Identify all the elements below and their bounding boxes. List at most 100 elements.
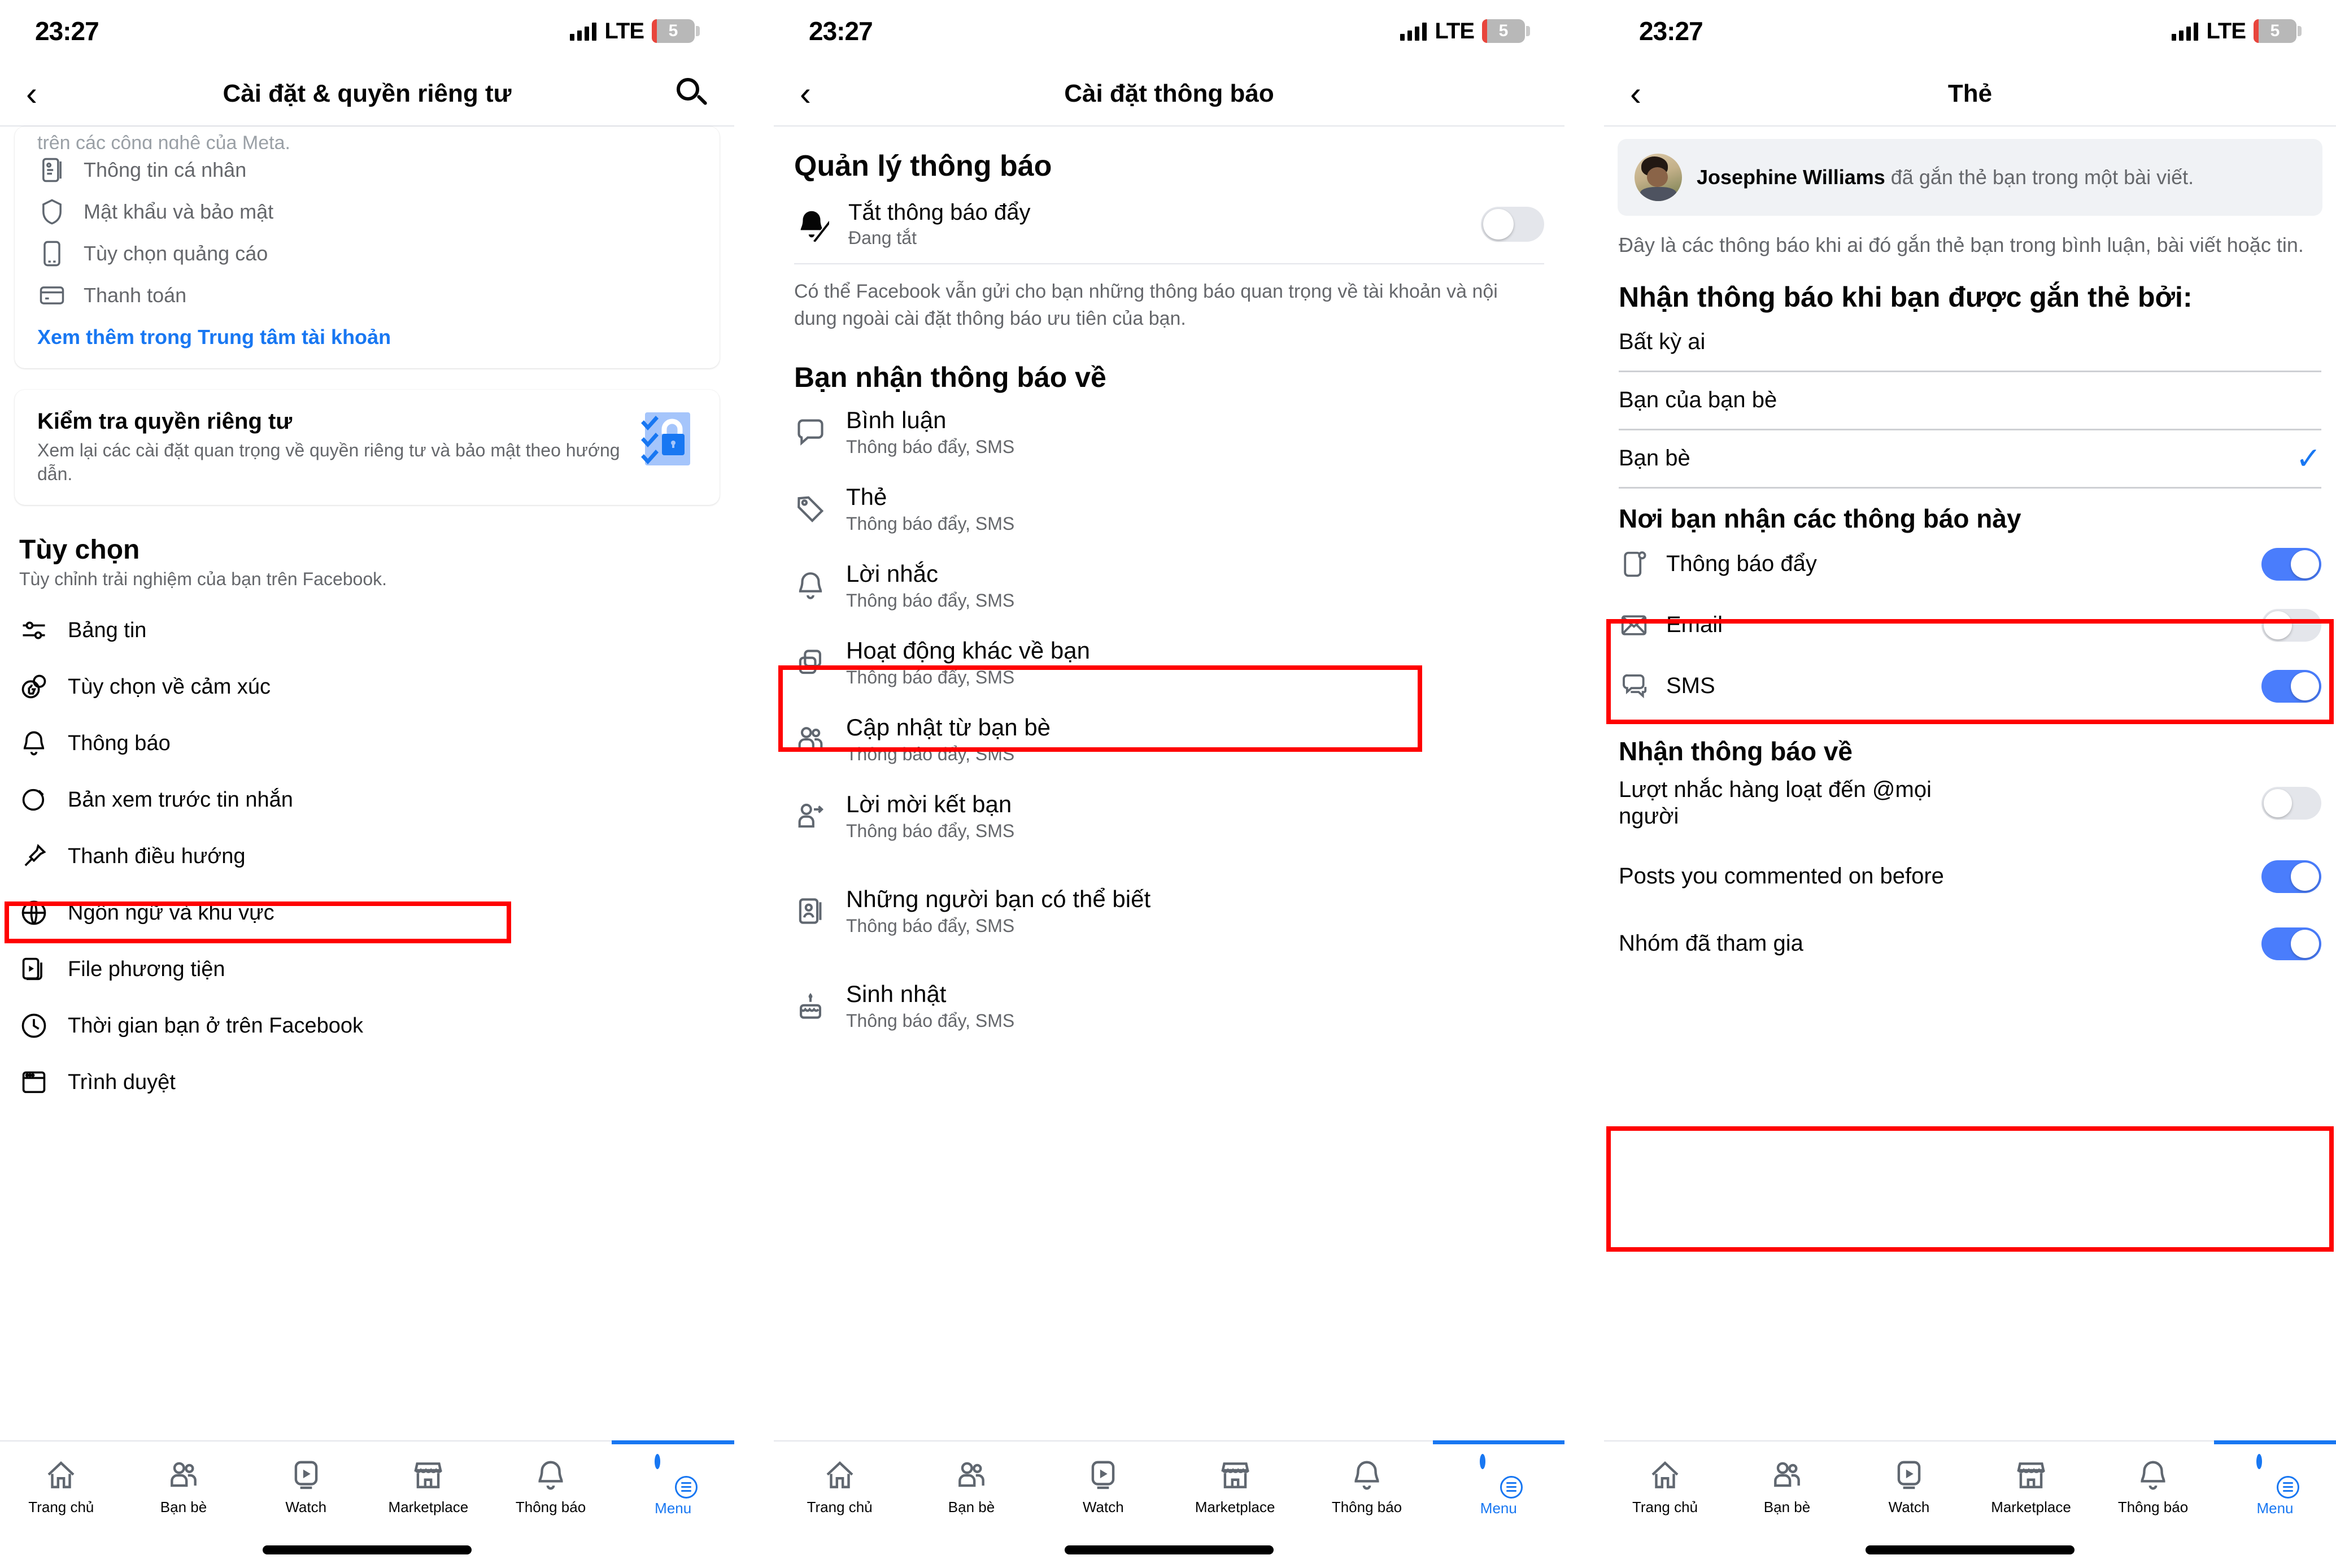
account-card-cut-text: trên các công nghệ của Meta. (37, 132, 290, 149)
user-avatar (1635, 154, 1682, 201)
bottom-tab-bar-1[interactable]: Trang chủ Bạn bè Watch Marketplace Thông… (0, 1440, 734, 1568)
about-row-mass-mentions[interactable]: Lượt nhắc hàng loạt đến @mọi người (1604, 766, 2336, 840)
tag-icon (794, 493, 827, 525)
channel-row-push[interactable]: Thông báo đẩy (1604, 534, 2336, 595)
account-center-link[interactable]: Xem thêm trong Trung tâm tài khoản (15, 316, 720, 368)
radio-label: Bất kỳ ai (1619, 329, 1706, 355)
avatar (654, 1453, 660, 1469)
notification-item-people-you-may-know[interactable]: Những người bạn có thể biết Thông báo đẩ… (774, 855, 1564, 968)
signal-bars-icon (570, 21, 597, 41)
account-item-label: Mật khẩu và bảo mật (84, 200, 274, 223)
tab-label: Watch (1082, 1498, 1124, 1515)
notification-item-birthdays[interactable]: Sinh nhật Thông báo đẩy, SMS (774, 968, 1564, 1044)
about-toggle-posts-commented[interactable] (2261, 860, 2321, 893)
about-label: Lượt nhắc hàng loạt đến @mọi người (1619, 777, 1932, 829)
account-item-ad-preferences[interactable]: Tùy chọn quảng cáo (15, 233, 720, 275)
notification-item-comments[interactable]: Bình luận Thông báo đẩy, SMS (774, 394, 1564, 471)
tab-watch[interactable]: Watch (245, 1441, 367, 1526)
tag-banner-text: Josephine Williams đã gắn thẻ bạn trong … (1697, 164, 2194, 191)
bell-icon (2135, 1458, 2171, 1493)
friends-icon (1770, 1458, 1805, 1493)
back-button[interactable]: ‹ (1630, 77, 1670, 111)
tab-notifications[interactable]: Thông báo (1301, 1441, 1432, 1526)
notification-item-tags[interactable]: Thẻ Thông báo đẩy, SMS (774, 471, 1564, 547)
about-row-posts-commented[interactable]: Posts you commented on before (1604, 840, 2336, 913)
about-toggle-mass-mentions[interactable] (2261, 786, 2321, 820)
channel-row-email[interactable]: Email (1604, 595, 2336, 656)
home-icon (43, 1458, 79, 1493)
tab-home[interactable]: Trang chủ (1604, 1441, 1726, 1526)
notification-item-reminders[interactable]: Lời nhắc Thông báo đẩy, SMS (774, 547, 1564, 624)
sidebar-item-notifications[interactable]: Thông báo (0, 715, 734, 772)
settings-scroll-1[interactable]: trên các công nghệ của Meta. Thông tin c… (0, 127, 734, 1110)
notifications-about-title: Nhận thông báo về (1619, 736, 1853, 766)
sidebar-item-navigation-bar[interactable]: Thanh điều hướng (0, 828, 734, 885)
tab-home[interactable]: Trang chủ (774, 1441, 905, 1526)
tab-marketplace[interactable]: Marketplace (1970, 1441, 2092, 1526)
sidebar-item-time-on-facebook[interactable]: Thời gian bạn ở trên Facebook (0, 998, 734, 1054)
push-off-row[interactable]: Tắt thông báo đẩy Đang tắt (774, 183, 1564, 263)
tag-settings-scroll[interactable]: Josephine Williams đã gắn thẻ bạn trong … (1604, 139, 2336, 974)
channel-toggle-sms[interactable] (2261, 669, 2321, 703)
avatar (2256, 1453, 2262, 1469)
tab-label: Menu (655, 1499, 692, 1517)
bottom-tab-bar-3[interactable]: Trang chủ Bạn bè Watch Marketplace Thông… (1604, 1440, 2336, 1568)
tab-menu[interactable]: Menu (1433, 1441, 1564, 1526)
sidebar-item-reactions[interactable]: Tùy chọn về cảm xúc (0, 659, 734, 715)
about-row-joined-groups[interactable]: Nhóm đã tham gia (1604, 913, 2336, 974)
tab-label: Bạn bè (160, 1498, 207, 1515)
radio-option-friends[interactable]: Bạn bè ✓ (1604, 430, 2336, 487)
sidebar-item-message-preview[interactable]: Bản xem trước tin nhắn (0, 772, 734, 828)
channel-row-sms[interactable]: SMS (1604, 656, 2336, 717)
notification-item-friend-requests[interactable]: Lời mời kết bạn Thông báo đẩy, SMS (774, 778, 1564, 855)
tab-marketplace[interactable]: Marketplace (1169, 1441, 1301, 1526)
reactions-icon (19, 672, 49, 702)
sidebar-item-feed[interactable]: Bảng tin (0, 602, 734, 659)
tab-friends[interactable]: Bạn bè (905, 1441, 1037, 1526)
tab-notifications[interactable]: Thông báo (490, 1441, 612, 1526)
option-label: Bảng tin (68, 618, 147, 642)
account-item-payments[interactable]: Thanh toán (15, 275, 720, 316)
tab-watch[interactable]: Watch (1848, 1441, 1970, 1526)
back-button[interactable]: ‹ (26, 77, 66, 111)
tab-menu[interactable]: Menu (612, 1441, 734, 1526)
account-item-personal-info[interactable]: Thông tin cá nhân (15, 149, 720, 191)
tab-label: Trang chủ (807, 1498, 873, 1515)
account-item-label: Thông tin cá nhân (84, 158, 247, 181)
friend-request-icon (794, 800, 827, 833)
privacy-checkup-card[interactable]: Kiểm tra quyền riêng tư Xem lại các cài … (15, 390, 720, 506)
nav-bar-2: ‹ Cài đặt thông báo (774, 62, 1564, 125)
tab-watch[interactable]: Watch (1038, 1441, 1169, 1526)
notification-item-other-activity[interactable]: Hoạt động khác về bạn Thông báo đẩy, SMS (774, 624, 1564, 701)
tab-label: Thông báo (1331, 1498, 1402, 1515)
sidebar-item-media-files[interactable]: File phương tiện (0, 941, 734, 998)
back-button[interactable]: ‹ (800, 77, 839, 111)
tab-menu[interactable]: Menu (2214, 1441, 2336, 1526)
privacy-checkup-title: Kiểm tra quyền riêng tư (37, 409, 293, 434)
notification-settings-scroll[interactable]: Quản lý thông báo Tắt thông báo đẩy Đang… (774, 127, 1564, 1044)
sidebar-item-browser[interactable]: Trình duyệt (0, 1054, 734, 1110)
sidebar-item-language-region[interactable]: Ngôn ngữ và khu vực (0, 885, 734, 941)
tab-label: Watch (1888, 1498, 1930, 1515)
channel-toggle-push[interactable] (2261, 547, 2321, 581)
bottom-tab-bar-2[interactable]: Trang chủ Bạn bè Watch Marketplace Thông… (774, 1440, 1564, 1568)
tab-marketplace[interactable]: Marketplace (367, 1441, 490, 1526)
tab-notifications[interactable]: Thông báo (2092, 1441, 2214, 1526)
radio-option-anyone[interactable]: Bất kỳ ai (1604, 314, 2336, 371)
about-toggle-joined-groups[interactable] (2261, 927, 2321, 960)
notification-subtitle: Thông báo đẩy, SMS (846, 590, 1015, 611)
status-time: 23:27 (35, 16, 99, 46)
search-icon[interactable] (674, 77, 708, 111)
notification-item-friend-updates[interactable]: Cập nhật từ bạn bè Thông báo đẩy, SMS (774, 701, 1564, 778)
tab-friends[interactable]: Bạn bè (123, 1441, 245, 1526)
notification-title: Những người bạn có thể biết (846, 885, 1151, 912)
tagger-name: Josephine Williams (1697, 165, 1885, 189)
tab-home[interactable]: Trang chủ (0, 1441, 123, 1526)
channel-toggle-email[interactable] (2261, 608, 2321, 642)
tab-friends[interactable]: Bạn bè (1726, 1441, 1848, 1526)
push-off-toggle[interactable] (1481, 207, 1544, 242)
comment-icon (794, 416, 827, 448)
account-item-password-security[interactable]: Mật khẩu và bảo mật (15, 191, 720, 233)
radio-option-friends-of-friends[interactable]: Bạn của bạn bè (1604, 372, 2336, 429)
tab-label: Marketplace (1991, 1498, 2071, 1515)
